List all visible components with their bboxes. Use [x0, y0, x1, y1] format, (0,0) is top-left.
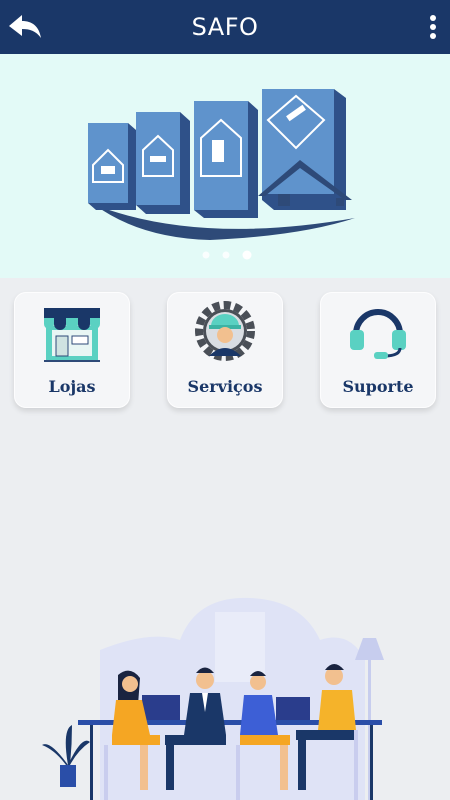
- suporte-card[interactable]: Suporte: [320, 292, 436, 408]
- carousel-indicator[interactable]: [0, 249, 450, 261]
- lojas-label: Lojas: [48, 377, 96, 396]
- servicos-card[interactable]: Serviços: [167, 292, 283, 408]
- banner-carousel[interactable]: [0, 54, 450, 278]
- carousel-dot-1: [202, 251, 210, 259]
- store-icon: [44, 308, 100, 362]
- more-options-icon[interactable]: [428, 14, 438, 40]
- carousel-dot-2: [222, 251, 230, 259]
- app-title: SAFO: [191, 13, 259, 41]
- servicos-label: Serviços: [187, 377, 263, 396]
- app-bar: SAFO: [0, 0, 450, 54]
- worker-gear-icon: [195, 301, 255, 361]
- carousel-dot-3: [242, 250, 252, 260]
- lojas-card[interactable]: Lojas: [14, 292, 130, 408]
- support-team-illustration: [42, 597, 384, 800]
- suporte-label: Suporte: [342, 377, 414, 396]
- banner-illustration: [88, 89, 355, 240]
- back-arrow-icon[interactable]: [6, 11, 44, 43]
- headset-icon: [350, 309, 406, 359]
